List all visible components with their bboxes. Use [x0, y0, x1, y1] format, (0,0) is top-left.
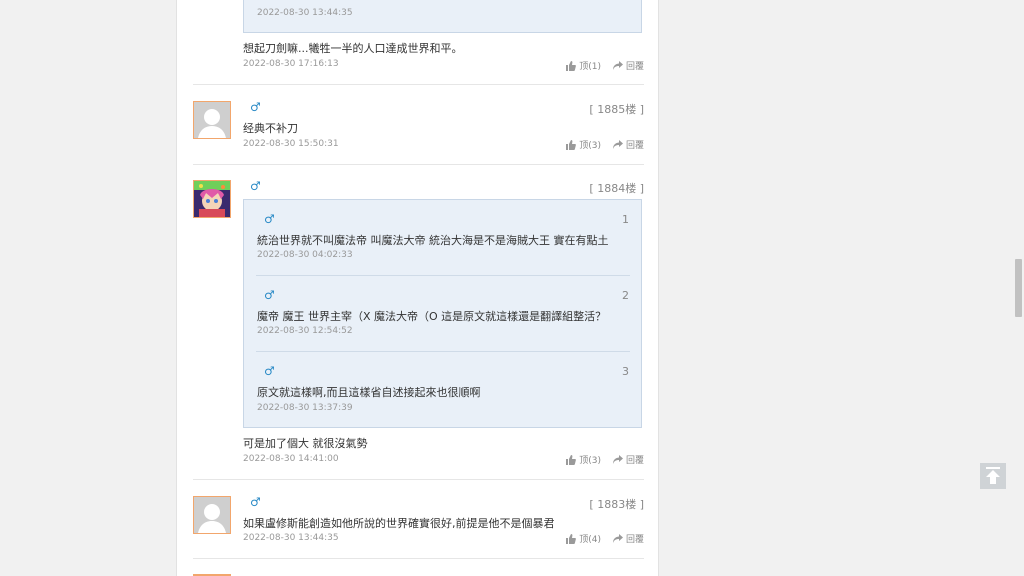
comment-time: 2022-08-30 13:44:35	[243, 533, 339, 543]
quote-box: ♂ 1 統治世界就不叫魔法帝 叫魔法大帝 統治大海是不是海賊大王 實在有點土 2…	[243, 199, 642, 428]
avatar[interactable]	[193, 101, 231, 139]
male-icon: ♂	[264, 288, 275, 302]
scrollbar[interactable]	[1013, 0, 1024, 576]
comment-panel: 2022-08-30 13:44:35 想起刀劍嘛...犧牲一半的人口達成世界和…	[176, 0, 659, 576]
quote-text: 統治世界就不叫魔法帝 叫魔法大帝 統治大海是不是海賊大王 實在有點土	[257, 234, 609, 247]
reply-button[interactable]: 回覆	[612, 59, 644, 72]
reply-button[interactable]: 回覆	[612, 453, 644, 466]
male-icon: ♂	[250, 100, 261, 114]
like-count: 顶(1)	[579, 62, 601, 72]
share-arrow-icon	[612, 61, 623, 70]
avatar[interactable]	[193, 180, 231, 218]
male-icon: ♂	[264, 212, 275, 226]
avatar[interactable]	[193, 496, 231, 534]
thumbs-up-icon	[566, 533, 577, 544]
quote-time: 2022-08-30 12:54:52	[257, 326, 353, 336]
thumbs-up-icon	[566, 60, 577, 71]
share-arrow-icon	[612, 455, 623, 464]
quote-divider	[256, 351, 630, 352]
floor-number: [ 1883楼 ]	[589, 498, 644, 511]
quote-time: 2022-08-30 13:44:35	[257, 8, 353, 18]
like-count: 顶(4)	[579, 535, 601, 545]
reply-button[interactable]: 回覆	[612, 138, 644, 151]
male-icon: ♂	[250, 495, 261, 509]
quote-time: 2022-08-30 13:37:39	[257, 403, 353, 413]
like-button[interactable]: 顶(3)	[566, 453, 601, 466]
comment-text: 可是加了個大 就很沒氣勢	[243, 437, 368, 450]
quote-number: 1	[622, 213, 629, 226]
reply-label: 回覆	[625, 141, 644, 151]
comment-time: 2022-08-30 14:41:00	[243, 454, 339, 464]
quote-time: 2022-08-30 04:02:33	[257, 250, 353, 260]
quote-number: 3	[622, 365, 629, 378]
comment-actions: 顶(4) 回覆	[566, 532, 644, 545]
divider	[193, 84, 644, 85]
quote-text: 魔帝 魔王 世界主宰（X 魔法大帝（O 這是原文就這樣還是翻譯組整活？	[257, 310, 607, 323]
like-count: 顶(3)	[579, 141, 601, 151]
default-avatar-icon	[194, 102, 230, 138]
like-button[interactable]: 顶(4)	[566, 532, 601, 545]
anime-avatar-icon	[194, 181, 230, 217]
male-icon: ♂	[250, 179, 261, 193]
reply-button[interactable]: 回覆	[612, 532, 644, 545]
like-button[interactable]: 顶(1)	[566, 59, 601, 72]
quote-box: 2022-08-30 13:44:35	[243, 0, 642, 33]
default-avatar-icon	[194, 497, 230, 533]
comment-actions: 顶(3) 回覆	[566, 453, 644, 466]
thumbs-up-icon	[566, 139, 577, 150]
reply-label: 回覆	[625, 535, 644, 545]
quote-text: 原文就這樣啊,而且這樣省自述接起來也很順啊	[257, 386, 481, 399]
divider	[193, 479, 644, 480]
quote-divider	[256, 275, 630, 276]
comment-time: 2022-08-30 17:16:13	[243, 59, 339, 69]
back-to-top-button[interactable]	[980, 463, 1006, 489]
comment-text: 想起刀劍嘛...犧牲一半的人口達成世界和平。	[243, 42, 463, 55]
comment-time: 2022-08-30 15:50:31	[243, 139, 339, 149]
arrow-up-icon	[986, 467, 1000, 484]
floor-number: [ 1885楼 ]	[589, 103, 644, 116]
comment-actions: 顶(3) 回覆	[566, 138, 644, 151]
share-arrow-icon	[612, 534, 623, 543]
thumbs-up-icon	[566, 454, 577, 465]
share-arrow-icon	[612, 140, 623, 149]
floor-number: [ 1884楼 ]	[589, 182, 644, 195]
male-icon: ♂	[264, 364, 275, 378]
like-count: 顶(3)	[579, 456, 601, 466]
scrollbar-thumb[interactable]	[1015, 259, 1022, 317]
reply-label: 回覆	[625, 62, 644, 72]
comment-text: 经典不补刀	[243, 122, 298, 135]
reply-label: 回覆	[625, 456, 644, 466]
quote-number: 2	[622, 289, 629, 302]
like-button[interactable]: 顶(3)	[566, 138, 601, 151]
comment-actions: 顶(1) 回覆	[566, 59, 644, 72]
divider	[193, 558, 644, 559]
comment-text: 如果盧修斯能創造如他所說的世界確實很好,前提是他不是個暴君	[243, 517, 555, 530]
divider	[193, 164, 644, 165]
